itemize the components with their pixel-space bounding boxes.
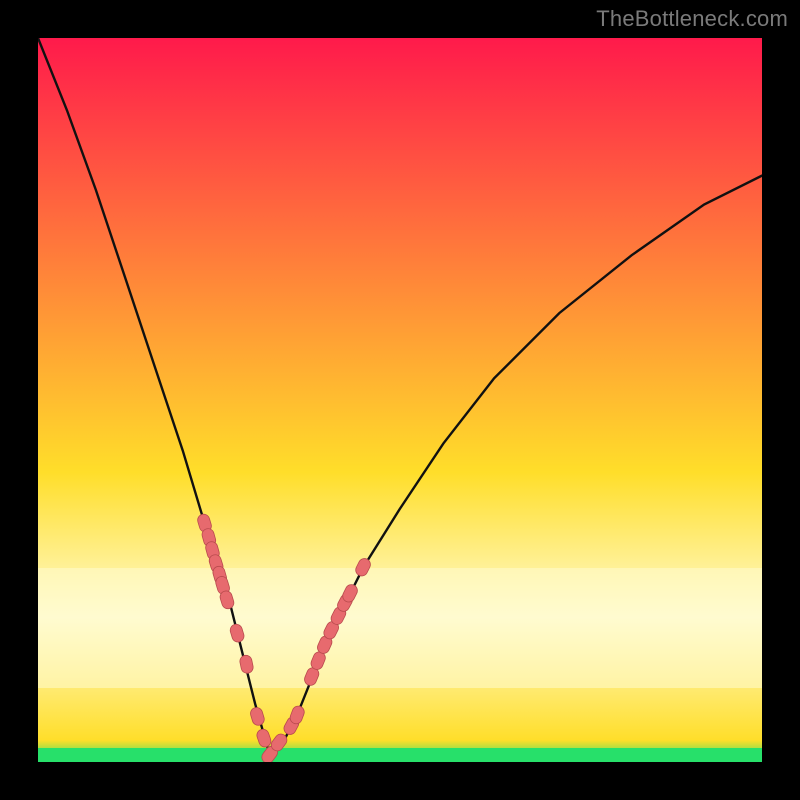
green-strip (38, 748, 762, 762)
plot-area (38, 38, 762, 762)
pale-band (38, 568, 762, 688)
watermark-text: TheBottleneck.com (596, 6, 788, 32)
bottleneck-chart-svg (38, 38, 762, 762)
chart-frame: TheBottleneck.com (0, 0, 800, 800)
